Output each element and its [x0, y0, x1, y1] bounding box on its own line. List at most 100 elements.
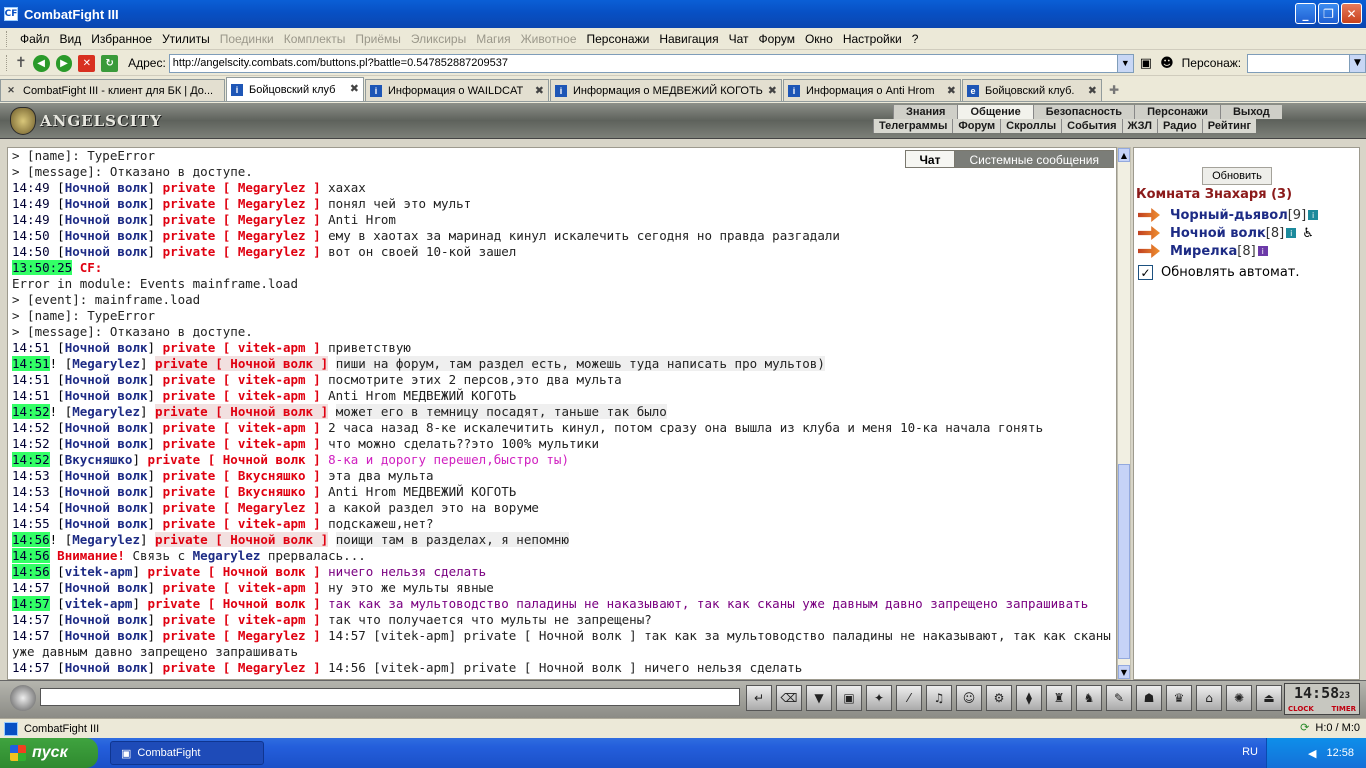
chat-nick[interactable]: Ночной волк [65, 612, 148, 627]
user-info-icon[interactable]: i [1308, 210, 1319, 220]
chat-time[interactable]: 14:51 [12, 356, 50, 371]
close-button[interactable]: ✕ [1341, 3, 1362, 24]
chat-nick[interactable]: Megarylez [72, 404, 140, 419]
smiley-icon[interactable]: ☺ [956, 685, 982, 711]
chat-nick[interactable]: Ночной волк [65, 340, 148, 355]
private-arrow-icon[interactable] [1138, 226, 1160, 240]
chat-nick[interactable]: vitek-apm [65, 596, 133, 611]
chat-time[interactable]: 14:53 [12, 484, 50, 499]
emote-icon[interactable] [10, 685, 36, 711]
menu-item[interactable]: Магия [471, 32, 515, 46]
address-dropdown-icon[interactable]: ▼ [1116, 54, 1133, 72]
private-arrow-icon[interactable] [1138, 208, 1160, 222]
chat-time[interactable]: 14:55 [12, 516, 50, 531]
eraser-icon[interactable]: ⌫ [776, 685, 802, 711]
chat-time[interactable]: 14:56 [12, 532, 50, 547]
persona-select[interactable]: ▼ [1247, 53, 1366, 73]
subnav-1[interactable]: Форум [952, 119, 1001, 133]
subnav-5[interactable]: Радио [1156, 119, 1202, 133]
chat-input[interactable] [40, 688, 740, 706]
menu-item[interactable]: Форум [754, 32, 800, 46]
status-sync-icon[interactable]: ⟳ [1300, 721, 1309, 734]
private-target[interactable]: private [ vitek-apm ] [163, 372, 321, 387]
chat-nick[interactable]: Ночной волк [65, 436, 148, 451]
clock-label[interactable]: CLOCK [1288, 705, 1314, 713]
private-target[interactable]: private [ Ночной волк ] [148, 596, 321, 611]
private-target[interactable]: private [ Вкусняшко ] [163, 468, 321, 483]
nav-2[interactable]: Безопасность [1032, 105, 1135, 119]
auto-refresh-toggle[interactable]: ✓ Обновлять автомат. [1138, 265, 1300, 280]
nav-4[interactable]: Выход [1219, 105, 1282, 119]
taskbar-item-combatfight[interactable]: ▣ CombatFight [110, 741, 264, 765]
quest-icon[interactable]: ✎ [1106, 685, 1132, 711]
chat-nick[interactable]: Megarylez [72, 356, 140, 371]
minimize-button[interactable]: _ [1295, 3, 1316, 24]
chat-time[interactable]: 14:52 [12, 404, 50, 419]
chat-nick[interactable]: Ночной волк [65, 180, 148, 195]
chat-nick[interactable]: Ночной волк [65, 468, 148, 483]
home-icon[interactable]: ⌂ [1196, 685, 1222, 711]
back-icon[interactable]: ◀ [32, 54, 50, 72]
chat-time[interactable]: 14:51 [12, 340, 50, 355]
menu-item[interactable]: Приёмы [350, 32, 406, 46]
nav-3[interactable]: Персонажи [1134, 105, 1220, 119]
filter-icon[interactable]: ▼ [806, 685, 832, 711]
map-icon[interactable]: ✺ [1226, 685, 1252, 711]
chat-time[interactable]: 14:57 [12, 612, 50, 627]
user-name[interactable]: Ночной волк [1170, 226, 1266, 241]
persona-dropdown-icon[interactable]: ▼ [1349, 54, 1366, 72]
address-input[interactable]: http://angelscity.combats.com/buttons.pl… [168, 53, 1134, 73]
menu-item[interactable]: Комплекты [279, 32, 351, 46]
private-arrow-icon[interactable] [1138, 244, 1160, 258]
menu-item[interactable]: Чат [724, 32, 754, 46]
chat-nick[interactable]: Ночной волк [65, 372, 148, 387]
send-icon[interactable]: ↵ [746, 685, 772, 711]
chat-time[interactable]: 14:52 [12, 452, 50, 467]
private-target[interactable]: private [ vitek-apm ] [163, 516, 321, 531]
forward-icon[interactable]: ▶ [55, 54, 73, 72]
menu-item[interactable]: Животное [516, 32, 582, 46]
timer-label[interactable]: TIMER [1331, 705, 1356, 713]
menu-item[interactable]: Настройки [838, 32, 907, 46]
chat-nick[interactable]: Ночной волк [65, 228, 148, 243]
refresh-icon[interactable]: ↻ [101, 54, 119, 72]
private-target[interactable]: private [ Megarylez ] [163, 180, 321, 195]
tab-1[interactable]: i Бойцовский клуб ✖ [226, 77, 364, 101]
chat-time[interactable]: 14:49 [12, 196, 50, 211]
menu-item[interactable]: Утилиты [157, 32, 215, 46]
private-target[interactable]: private [ Вкусняшко ] [163, 484, 321, 499]
translit-icon[interactable]: ⁄ [896, 685, 922, 711]
tab-0[interactable]: ✕ CombatFight III - клиент для БК | До... [0, 79, 225, 101]
tab-4[interactable]: i Информация о Anti Hrom ✖ [783, 79, 961, 101]
private-target[interactable]: private [ Megarylez ] [163, 196, 321, 211]
chat-nick[interactable]: vitek-apm [65, 564, 133, 579]
private-target[interactable]: private [ Ночной волк ] [155, 532, 329, 547]
chat-nick[interactable]: Ночной волк [65, 388, 148, 403]
chat-nick[interactable]: Ночной волк [65, 628, 148, 643]
subnav-2[interactable]: Скроллы [1000, 119, 1062, 133]
menu-item[interactable]: ? [907, 32, 924, 46]
menu-item[interactable]: Поединки [215, 32, 279, 46]
chat-nick[interactable]: Ночной волк [65, 500, 148, 515]
chat-nick[interactable]: Megarylez [72, 532, 140, 547]
bag-icon[interactable]: ♜ [1046, 685, 1072, 711]
chat-time[interactable]: 14:50 [12, 228, 50, 243]
chat-time[interactable]: 14:49 [12, 180, 50, 195]
chat-time[interactable]: 14:56 [12, 564, 50, 579]
tab-2[interactable]: i Информация о WAILDCAT ✖ [365, 79, 549, 101]
private-target[interactable]: private [ Megarylez ] [163, 500, 321, 515]
chat-time[interactable]: 14:53 [12, 468, 50, 483]
subnav-3[interactable]: События [1061, 119, 1122, 133]
private-target[interactable]: private [ Ночной волк ] [155, 404, 329, 419]
chat-scrollbar[interactable]: ▲ ▼ [1117, 147, 1131, 680]
scroll-up-icon[interactable]: ▲ [1118, 148, 1130, 162]
menu-item[interactable]: Вид [55, 32, 87, 46]
tab-5[interactable]: e Бойцовский клуб. ✖ [962, 79, 1102, 101]
subnav-0[interactable]: Телеграммы [873, 119, 953, 133]
auto-refresh-checkbox[interactable]: ✓ [1138, 265, 1153, 280]
subnav-4[interactable]: ЖЗЛ [1121, 119, 1157, 133]
menu-item[interactable]: Окно [800, 32, 838, 46]
friends-icon[interactable]: ☗ [1136, 685, 1162, 711]
user-name[interactable]: Чорный-дьявол [1170, 208, 1288, 223]
pin-icon[interactable]: ✝ [15, 55, 27, 71]
